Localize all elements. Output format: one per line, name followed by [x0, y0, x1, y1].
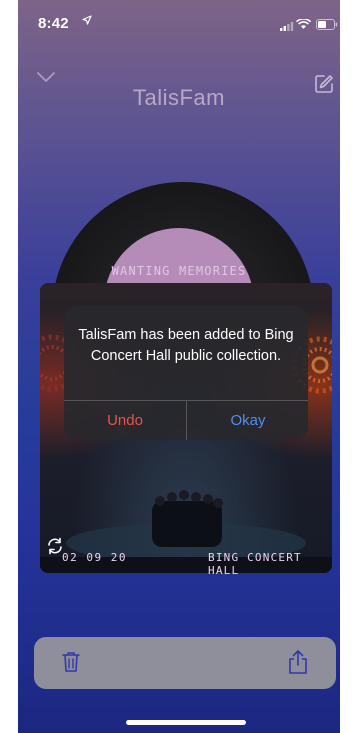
bottom-toolbar — [34, 637, 336, 689]
undo-button[interactable]: Undo — [64, 401, 186, 440]
photo-location: BING CONCERT HALL — [208, 551, 302, 577]
phone-screen: 8:42 TalisFam WANTING MEMORIES 02 09 20 … — [18, 0, 340, 733]
share-icon[interactable] — [288, 649, 308, 680]
signal-icon — [280, 18, 294, 36]
photo-date: 02 09 20 — [62, 551, 127, 564]
page-title: TalisFam — [132, 85, 225, 110]
song-title: WANTING MEMORIES — [111, 264, 247, 278]
status-time: 8:42 — [38, 15, 69, 32]
alert-dialog: TalisFam has been added to Bing Concert … — [64, 306, 308, 440]
status-bar: 8:42 — [18, 0, 340, 44]
alert-message: TalisFam has been added to Bing Concert … — [78, 327, 294, 364]
okay-button[interactable]: Okay — [187, 401, 308, 440]
wifi-icon — [295, 17, 312, 35]
trash-icon[interactable] — [62, 651, 80, 678]
home-indicator[interactable] — [126, 720, 246, 725]
edit-icon[interactable] — [314, 74, 334, 99]
battery-icon — [316, 17, 338, 35]
location-arrow-icon — [82, 15, 92, 28]
